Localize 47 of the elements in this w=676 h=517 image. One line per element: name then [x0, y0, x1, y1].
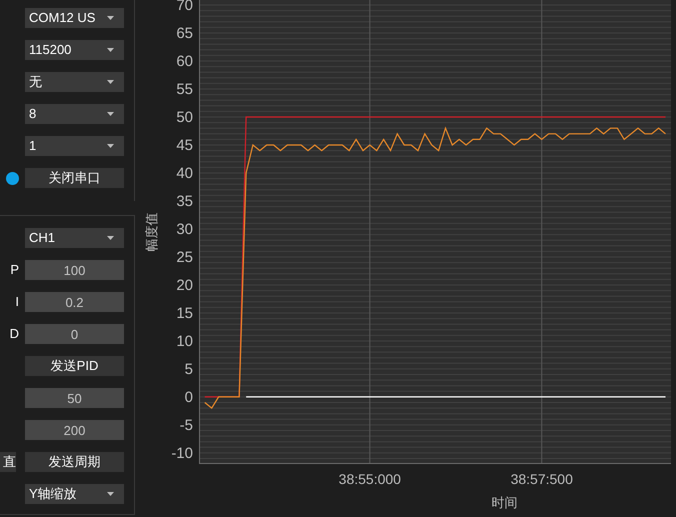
param-label: D: [10, 325, 19, 344]
y-tick-label: 5: [184, 360, 193, 378]
caret-icon: [107, 236, 114, 240]
y-tick-label: 45: [176, 137, 193, 154]
y-tick-label: 0: [184, 388, 193, 406]
send-period-button[interactable]: 发送周期: [25, 452, 124, 472]
input-field[interactable]: 200: [25, 420, 124, 440]
y-tick-label: 40: [176, 165, 193, 182]
dropdown[interactable]: COM12 US: [25, 8, 124, 28]
dropdown[interactable]: Y轴缩放: [25, 484, 124, 504]
y-tick-label: 25: [176, 248, 193, 266]
caret-icon: [107, 80, 114, 84]
close-port-button[interactable]: 关闭串口: [25, 168, 124, 188]
dropdown[interactable]: CH1: [25, 228, 124, 248]
caret-icon: [107, 48, 114, 52]
y-tick-label: 70: [176, 0, 193, 14]
y-tick-label: 10: [176, 332, 193, 350]
caret-icon: [107, 492, 114, 496]
dropdown[interactable]: 115200: [25, 40, 124, 60]
caret-icon: [107, 144, 114, 148]
param-label: P: [10, 261, 19, 280]
y-tick-label: -5: [180, 416, 193, 434]
send-pid-button[interactable]: 发送PID: [25, 356, 124, 376]
y-tick-label: -10: [171, 444, 193, 462]
input-field[interactable]: 100: [25, 260, 124, 280]
y-tick-label: 55: [176, 81, 193, 98]
dropdown[interactable]: 1: [25, 136, 124, 156]
param-label: I: [15, 293, 19, 312]
y-tick-label: 65: [176, 25, 193, 42]
y-tick-label: 50: [176, 109, 193, 126]
dropdown[interactable]: 8: [25, 104, 124, 124]
y-tick-label: 35: [176, 193, 193, 210]
y-tick-label: 60: [176, 53, 193, 70]
y-tick-label: 20: [176, 276, 193, 294]
dropdown[interactable]: 无: [25, 72, 124, 92]
y-tick-label: 30: [176, 220, 193, 238]
y-axis-title: 幅度值: [144, 212, 159, 252]
input-field[interactable]: 0: [25, 324, 124, 344]
x-tick-label: 38:55:000: [338, 471, 401, 487]
x-tick-label: 38:57:500: [510, 471, 573, 487]
y-tick-label: 15: [176, 304, 193, 322]
side-button[interactable]: 直: [0, 452, 16, 472]
input-field[interactable]: 0.2: [25, 292, 124, 312]
caret-icon: [107, 16, 114, 20]
x-axis-title: 时间: [492, 495, 518, 510]
caret-icon: [107, 112, 114, 116]
input-field[interactable]: 50: [25, 388, 124, 408]
